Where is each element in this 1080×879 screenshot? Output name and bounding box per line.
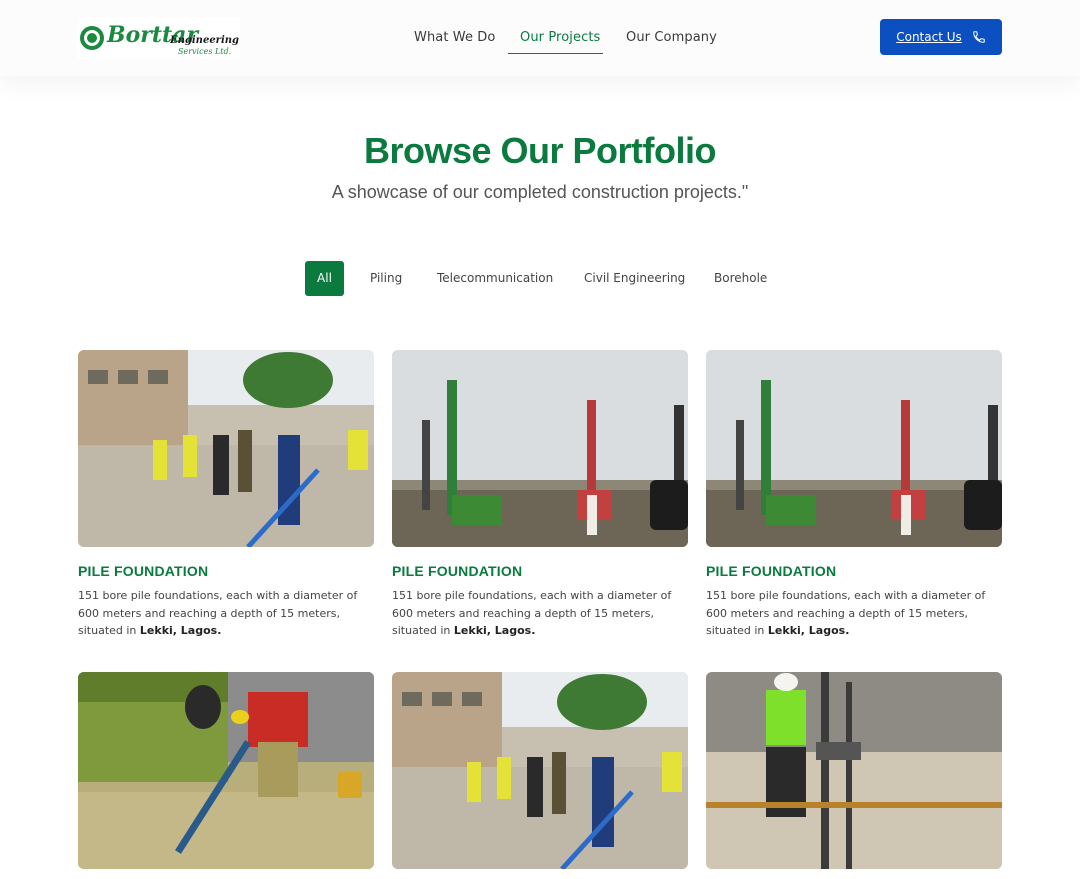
- nav-active-underline: [508, 53, 603, 54]
- page-title: Browse Our Portfolio: [363, 130, 717, 171]
- phone-icon: [972, 31, 985, 43]
- nav-our-company[interactable]: Our Company: [626, 30, 717, 45]
- site-visit-photo: [78, 350, 374, 547]
- site-header: Borttar Engineering Services Ltd. What W…: [0, 0, 1080, 76]
- worker-drilling-photo: [706, 672, 1002, 869]
- project-card[interactable]: [392, 672, 688, 869]
- site-visit-photo: [392, 672, 688, 869]
- project-title: PILE FOUNDATION: [706, 563, 837, 579]
- project-card[interactable]: [78, 672, 374, 869]
- contact-us-button[interactable]: Contact Us: [880, 19, 1002, 55]
- project-title: PILE FOUNDATION: [392, 563, 523, 579]
- project-description: 151 bore pile foundations, each with a d…: [706, 589, 986, 637]
- project-description: 151 bore pile foundations, each with a d…: [392, 589, 672, 637]
- portfolio-filters: All Piling Telecommunication Civil Engin…: [0, 261, 1080, 296]
- filter-borehole[interactable]: Borehole: [714, 261, 767, 296]
- nav-our-projects[interactable]: Our Projects: [520, 30, 600, 45]
- project-location: Lekki, Lagos.: [453, 624, 536, 637]
- nav-what-we-do[interactable]: What We Do: [414, 30, 495, 45]
- project-location: Lekki, Lagos.: [139, 624, 222, 637]
- contact-us-label: Contact Us: [896, 30, 962, 44]
- project-card[interactable]: PILE FOUNDATION 151 bore pile foundation…: [706, 350, 1002, 640]
- project-card[interactable]: PILE FOUNDATION 151 bore pile foundation…: [78, 350, 374, 640]
- borehole-work-photo: [78, 672, 374, 869]
- filter-piling[interactable]: Piling: [370, 261, 402, 296]
- drilling-rigs-photo: [392, 350, 688, 547]
- project-card[interactable]: PILE FOUNDATION 151 bore pile foundation…: [392, 350, 688, 640]
- project-description: 151 bore pile foundations, each with a d…: [78, 589, 358, 637]
- page-subtitle: A showcase of our completed construction…: [331, 182, 749, 202]
- filter-civil-engineering[interactable]: Civil Engineering: [584, 261, 685, 296]
- filter-telecommunication[interactable]: Telecommunication: [437, 261, 553, 296]
- project-card[interactable]: [706, 672, 1002, 869]
- project-location: Lekki, Lagos.: [767, 624, 850, 637]
- filter-all[interactable]: All: [305, 261, 344, 296]
- drilling-rigs-photo: [706, 350, 1002, 547]
- project-title: PILE FOUNDATION: [78, 563, 209, 579]
